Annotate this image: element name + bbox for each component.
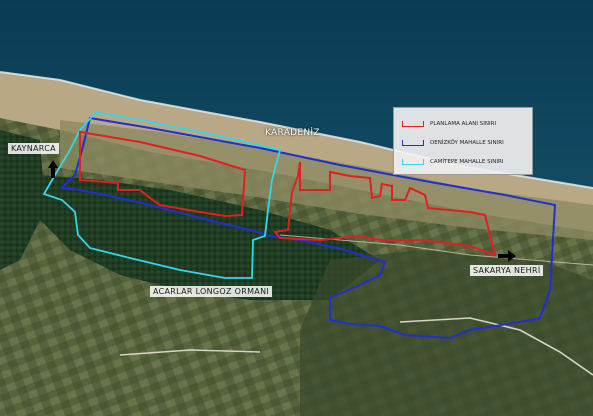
legend-item-denizkoy: DENİZKÖY MAHALLE SINIRI — [402, 137, 504, 149]
label-sakarya-nehri: SAKARYA NEHRİ — [470, 265, 544, 276]
label-acarlar-longoz: ACARLAR LONGOZ ORMANI — [150, 286, 273, 297]
label-karadeniz: KARADENİZ — [265, 128, 320, 138]
legend-label: CAMİTEPE MAHALLE SINIRI — [430, 159, 504, 165]
camitepe-swatch — [402, 159, 424, 165]
legend-label: DENİZKÖY MAHALLE SINIRI — [430, 140, 504, 146]
map-imagery — [0, 0, 593, 416]
label-kaynarca: KAYNARCA — [8, 143, 59, 154]
planlama-swatch — [402, 121, 424, 127]
denizkoy-swatch — [402, 140, 424, 146]
lower-ground — [300, 250, 593, 416]
legend-item-planlama: PLANLAMA ALANI SINIRI — [402, 118, 496, 130]
satellite-map[interactable]: KARADENİZ KAYNARCA SAKARYA NEHRİ ACARLAR… — [0, 0, 593, 416]
legend-label: PLANLAMA ALANI SINIRI — [430, 121, 497, 127]
map-legend: PLANLAMA ALANI SINIRI DENİZKÖY MAHALLE S… — [393, 107, 533, 175]
legend-item-camitepe: CAMİTEPE MAHALLE SINIRI — [402, 156, 503, 168]
